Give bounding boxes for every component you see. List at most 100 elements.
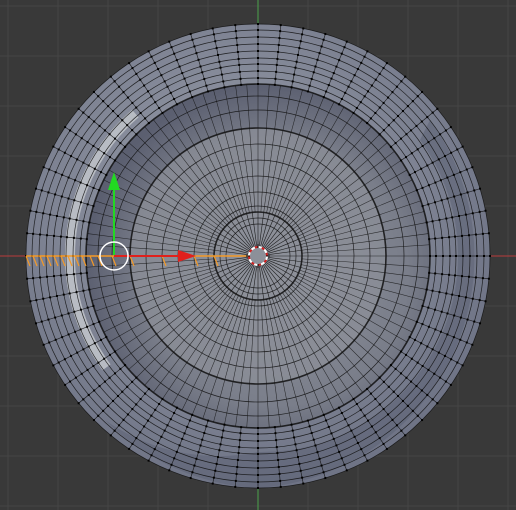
mesh-vertex[interactable] — [48, 341, 51, 344]
mesh-vertex[interactable] — [257, 23, 259, 25]
mesh-vertex[interactable] — [461, 364, 464, 367]
mesh-vertex[interactable] — [26, 232, 29, 235]
mesh-vertex[interactable] — [312, 438, 315, 441]
mesh-vertex[interactable] — [139, 398, 142, 401]
mesh-vertex[interactable] — [47, 191, 50, 194]
mesh-vertex[interactable] — [293, 436, 296, 439]
mesh-vertex[interactable] — [188, 90, 191, 93]
mesh-vertex[interactable] — [441, 236, 444, 239]
mesh-vertex[interactable] — [105, 173, 108, 176]
mesh-vertex[interactable] — [378, 72, 381, 75]
mesh-vertex[interactable] — [438, 218, 441, 221]
mesh-vertex[interactable] — [178, 444, 181, 447]
mesh-vertex[interactable] — [39, 276, 42, 279]
mesh-vertex[interactable] — [107, 105, 110, 108]
mesh-vertex[interactable] — [454, 274, 457, 277]
mesh-vertex[interactable] — [191, 471, 194, 474]
mesh-vertex[interactable] — [306, 419, 309, 422]
mesh-vertex[interactable] — [392, 119, 395, 122]
mesh-vertex[interactable] — [97, 148, 100, 151]
mesh-vertex[interactable] — [446, 176, 449, 179]
mesh-vertex[interactable] — [467, 234, 470, 237]
mesh-vertex[interactable] — [445, 292, 448, 295]
mesh-vertex[interactable] — [126, 385, 129, 388]
mesh-vertex[interactable] — [413, 171, 416, 174]
mesh-vertex[interactable] — [461, 145, 464, 148]
mesh-vertex[interactable] — [80, 137, 83, 140]
mesh-vertex[interactable] — [448, 236, 451, 239]
mesh-vertex[interactable] — [85, 238, 88, 241]
mesh-vertex[interactable] — [131, 380, 134, 383]
mesh-vertex[interactable] — [456, 148, 459, 151]
mesh-vertex[interactable] — [92, 304, 95, 307]
mesh-vertex[interactable] — [103, 152, 106, 155]
mesh-vertex[interactable] — [73, 310, 76, 313]
mesh-vertex[interactable] — [385, 62, 388, 65]
mesh-vertex[interactable] — [459, 171, 462, 174]
mesh-vertex[interactable] — [212, 33, 215, 36]
mesh-vertex[interactable] — [340, 411, 343, 414]
mesh-vertex[interactable] — [219, 443, 222, 446]
mesh-vertex[interactable] — [234, 479, 237, 482]
mesh-vertex[interactable] — [234, 30, 237, 33]
mesh-vertex[interactable] — [279, 24, 282, 27]
mesh-vertex[interactable] — [191, 413, 194, 416]
mesh-vertex[interactable] — [93, 389, 96, 392]
3d-viewport[interactable] — [0, 0, 516, 510]
mesh-vertex[interactable] — [278, 472, 281, 475]
mesh-vertex[interactable] — [471, 166, 474, 169]
mesh-vertex[interactable] — [118, 424, 121, 427]
mesh-vertex[interactable] — [122, 91, 125, 94]
mesh-vertex[interactable] — [473, 320, 476, 323]
mesh-vertex[interactable] — [459, 338, 462, 341]
mesh-vertex[interactable] — [40, 320, 43, 323]
mesh-vertex[interactable] — [279, 30, 282, 33]
mesh-vertex[interactable] — [65, 236, 68, 239]
mesh-vertex[interactable] — [109, 75, 112, 78]
mesh-vertex[interactable] — [332, 72, 335, 75]
mesh-vertex[interactable] — [70, 155, 73, 158]
mesh-vertex[interactable] — [47, 318, 50, 321]
mesh-vertex[interactable] — [126, 124, 129, 127]
mesh-vertex[interactable] — [128, 62, 131, 65]
mesh-vertex[interactable] — [234, 485, 237, 488]
mesh-vertex[interactable] — [61, 336, 64, 339]
mesh-vertex[interactable] — [126, 413, 129, 416]
mesh-vertex[interactable] — [306, 90, 309, 93]
mesh-vertex[interactable] — [421, 365, 424, 368]
mesh-vertex[interactable] — [433, 137, 436, 140]
mesh-vertex[interactable] — [74, 330, 77, 333]
mesh-vertex[interactable] — [86, 184, 89, 187]
mesh-vertex[interactable] — [437, 351, 440, 354]
mesh-vertex[interactable] — [366, 122, 369, 125]
mesh-vertex[interactable] — [367, 419, 370, 422]
mesh-vertex[interactable] — [275, 63, 278, 66]
mesh-vertex[interactable] — [415, 385, 418, 388]
mesh-vertex[interactable] — [207, 90, 210, 93]
mesh-vertex[interactable] — [135, 437, 138, 440]
mesh-vertex[interactable] — [88, 288, 91, 291]
mesh-vertex[interactable] — [434, 181, 437, 184]
mesh-vertex[interactable] — [458, 215, 461, 218]
mesh-vertex[interactable] — [416, 95, 419, 98]
mesh-vertex[interactable] — [299, 40, 302, 43]
mesh-vertex[interactable] — [113, 372, 116, 375]
mesh-vertex[interactable] — [448, 273, 451, 276]
mesh-vertex[interactable] — [433, 372, 436, 375]
mesh-vertex[interactable] — [410, 380, 413, 383]
mesh-vertex[interactable] — [440, 310, 443, 313]
mesh-vertex[interactable] — [166, 85, 169, 88]
mesh-vertex[interactable] — [459, 193, 462, 196]
mesh-vertex[interactable] — [434, 201, 437, 204]
mesh-vertex[interactable] — [294, 66, 297, 69]
mesh-vertex[interactable] — [378, 106, 381, 109]
mesh-vertex[interactable] — [443, 155, 446, 158]
mesh-vertex[interactable] — [408, 173, 411, 176]
mesh-vertex[interactable] — [74, 133, 77, 136]
mesh-vertex[interactable] — [62, 216, 65, 219]
mesh-vertex[interactable] — [108, 353, 111, 356]
mesh-vertex[interactable] — [420, 120, 423, 123]
mesh-vertex[interactable] — [173, 457, 176, 460]
mesh-vertex[interactable] — [218, 60, 221, 63]
mesh-vertex[interactable] — [352, 111, 355, 114]
